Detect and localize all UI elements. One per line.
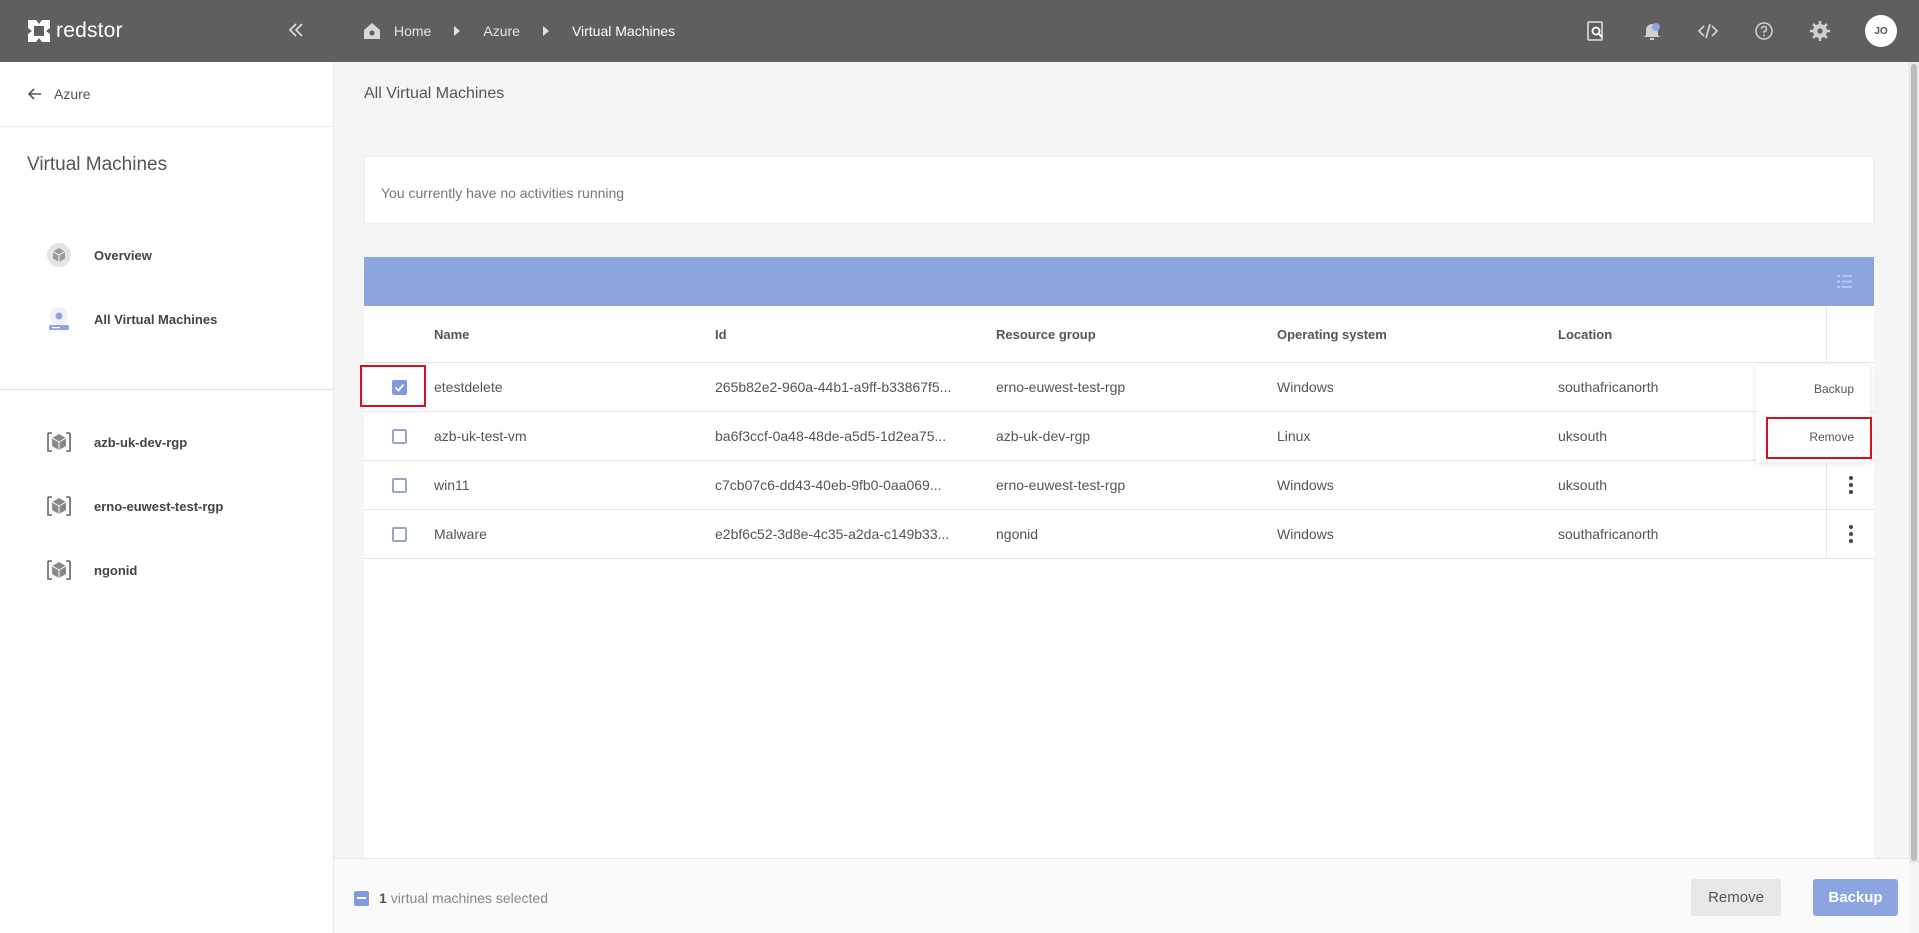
back-link[interactable]: Azure	[0, 62, 333, 127]
virtual-machines-icon	[49, 307, 69, 330]
vm-id: e2bf6c52-3d8e-4c35-a2da-c149b33...	[715, 526, 950, 542]
chevron-right-icon	[542, 26, 549, 36]
vm-id: ba6f3ccf-0a48-48de-a5d5-1d2ea75...	[715, 428, 947, 444]
vm-os: Windows	[1277, 477, 1334, 493]
vm-location: uksouth	[1558, 477, 1608, 493]
row-actions-button[interactable]	[1826, 510, 1874, 558]
vm-os: Windows	[1277, 379, 1334, 395]
vm-location: southafricanorth	[1558, 526, 1659, 542]
column-header-operating-system[interactable]: Operating system	[1277, 327, 1558, 342]
row-checkbox[interactable]	[391, 379, 407, 395]
search-icon[interactable]	[1585, 20, 1607, 42]
column-header-location[interactable]: Location	[1558, 327, 1824, 342]
vm-id: c7cb07c6-dd43-40eb-9fb0-0aa069...	[715, 477, 942, 493]
sidebar-item-erno-euwest-test-rgp[interactable]: erno-euwest-test-rgp	[0, 474, 333, 538]
breadcrumb-current: Virtual Machines	[571, 23, 676, 39]
arrow-left-icon	[28, 88, 41, 100]
sidebar-item-label: azb-uk-dev-rgp	[94, 434, 188, 450]
more-vertical-icon	[1848, 476, 1853, 494]
menu-item-remove[interactable]: Remove	[1756, 413, 1870, 461]
sidebar: Azure Virtual Machines Overview All Virt…	[0, 62, 334, 933]
scrollbar-thumb[interactable]	[1911, 64, 1917, 861]
table-row[interactable]: azb-uk-test-vm ba6f3ccf-0a48-48de-a5d5-1…	[364, 412, 1874, 461]
breadcrumb-home[interactable]: Home	[394, 23, 431, 39]
vm-name: azb-uk-test-vm	[434, 428, 527, 444]
check-icon	[394, 383, 404, 392]
vm-name: Malware	[434, 526, 487, 542]
table-row[interactable]: Malware e2bf6c52-3d8e-4c35-a2da-c149b33.…	[364, 510, 1874, 559]
vm-resource-group: azb-uk-dev-rgp	[996, 428, 1091, 444]
back-link-label: Azure	[54, 86, 91, 102]
page-title: All Virtual Machines	[364, 85, 505, 102]
sidebar-item-label: Overview	[94, 247, 152, 263]
sidebar-item-all-virtual-machines[interactable]: All Virtual Machines	[0, 287, 333, 351]
selected-text: virtual machines selected	[390, 890, 548, 906]
overview-icon	[47, 243, 71, 267]
select-all-checkbox[interactable]	[354, 890, 369, 906]
backup-button[interactable]: Backup	[1813, 879, 1898, 916]
selection-footer: 1 virtual machines selected Remove Backu…	[334, 858, 1911, 933]
vm-id: 265b82e2-960a-44b1-a9ff-b33867f5...	[715, 379, 952, 395]
row-checkbox[interactable]	[391, 477, 407, 493]
table-header: Name Id Resource group Operating system …	[364, 306, 1874, 363]
vm-resource-group: erno-euwest-test-rgp	[996, 379, 1126, 395]
minus-icon	[357, 897, 366, 899]
sidebar-item-label: All Virtual Machines	[94, 311, 218, 327]
activity-panel: You currently have no activities running	[364, 156, 1874, 224]
brand: redstor	[0, 0, 334, 62]
row-action-menu: Backup Remove	[1756, 365, 1870, 462]
home-icon[interactable]	[362, 21, 382, 41]
sidebar-divider	[0, 389, 333, 390]
top-actions: JO	[1585, 0, 1919, 62]
row-checkbox[interactable]	[391, 526, 407, 542]
vm-resource-group: ngonid	[996, 526, 1039, 542]
selected-count: 1	[379, 890, 387, 906]
chevron-right-icon	[454, 26, 461, 36]
help-icon[interactable]	[1753, 20, 1775, 42]
vm-table: Name Id Resource group Operating system …	[364, 257, 1874, 860]
actions-column-header	[1826, 306, 1874, 362]
column-header-name[interactable]: Name	[434, 327, 715, 342]
sidebar-item-ngonid[interactable]: ngonid	[0, 538, 333, 602]
code-icon[interactable]	[1697, 20, 1719, 42]
sidebar-item-overview[interactable]: Overview	[0, 223, 333, 287]
settings-icon[interactable]	[1809, 20, 1831, 42]
breadcrumb: Home Azure Virtual Machines	[334, 0, 675, 62]
menu-item-backup[interactable]: Backup	[1756, 365, 1870, 413]
vm-os: Linux	[1277, 428, 1311, 444]
notifications-icon[interactable]	[1641, 20, 1663, 42]
sidebar-title: Virtual Machines	[27, 154, 168, 175]
activity-message: You currently have no activities running	[381, 185, 625, 201]
row-actions-button[interactable]	[1826, 461, 1874, 509]
resource-group-icon	[47, 560, 71, 580]
sidebar-item-label: ngonid	[94, 562, 138, 578]
resource-group-icon	[47, 496, 71, 516]
main-content: All Virtual Machines You currently have …	[334, 62, 1911, 933]
avatar[interactable]: JO	[1865, 15, 1897, 47]
vm-name: win11	[434, 477, 470, 493]
table-row[interactable]: win11 c7cb07c6-dd43-40eb-9fb0-0aa069... …	[364, 461, 1874, 510]
table-row[interactable]: etestdelete 265b82e2-960a-44b1-a9ff-b338…	[364, 363, 1874, 412]
row-checkbox[interactable]	[391, 428, 407, 444]
collapse-sidebar-icon[interactable]	[284, 18, 308, 42]
brand-name: redstor	[56, 19, 123, 42]
top-bar: redstor Home Azure Virtual Machines JO	[0, 0, 1919, 62]
breadcrumb-azure[interactable]: Azure	[483, 23, 520, 39]
redstor-logo-icon	[28, 20, 50, 42]
scrollbar[interactable]	[1909, 62, 1919, 863]
vm-os: Windows	[1277, 526, 1334, 542]
more-vertical-icon	[1848, 525, 1853, 543]
vm-name: etestdelete	[434, 379, 503, 395]
table-toolbar	[364, 257, 1874, 306]
remove-button[interactable]: Remove	[1691, 879, 1781, 916]
sidebar-item-label: erno-euwest-test-rgp	[94, 498, 224, 514]
vm-resource-group: erno-euwest-test-rgp	[996, 477, 1126, 493]
selection-summary: 1 virtual machines selected	[354, 890, 548, 906]
column-header-id[interactable]: Id	[715, 327, 996, 342]
column-settings-icon[interactable]	[1837, 274, 1852, 289]
sidebar-item-azb-uk-dev-rgp[interactable]: azb-uk-dev-rgp	[0, 410, 333, 474]
resource-group-icon	[47, 432, 71, 452]
column-header-resource-group[interactable]: Resource group	[996, 327, 1277, 342]
